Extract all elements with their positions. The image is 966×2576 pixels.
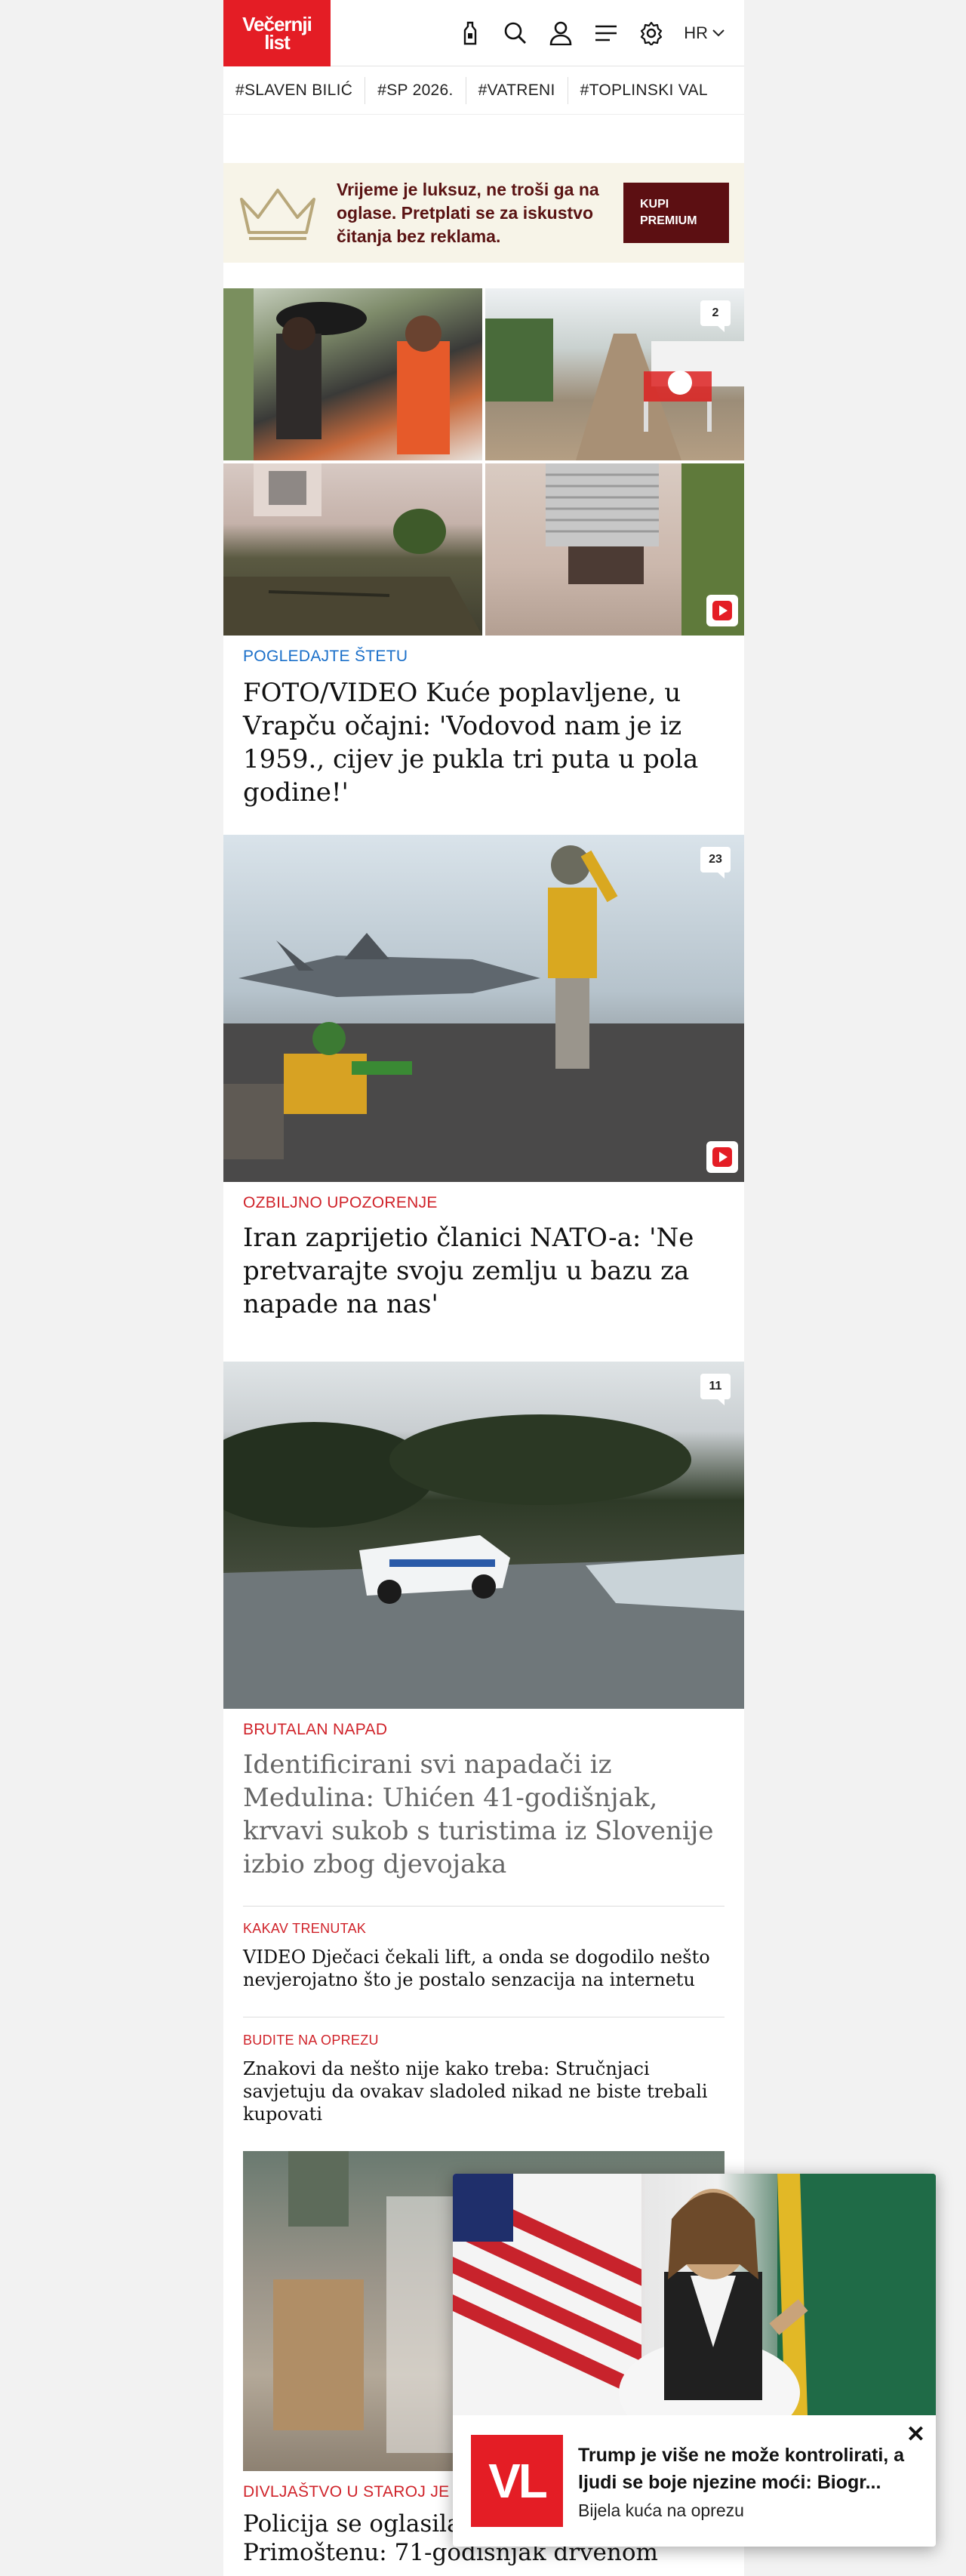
premium-promo: Vrijeme je luksuz, ne troši ga na oglase… <box>223 163 744 263</box>
play-icon <box>712 1147 732 1167</box>
buy-premium-label-1: KUPI <box>640 198 669 211</box>
article-headline[interactable]: Identificirani svi napadači iz Medulina:… <box>243 1748 726 1881</box>
logo-line2: list <box>264 30 291 54</box>
site-header: Večernji list HR <box>223 0 744 66</box>
divider <box>243 1906 724 1907</box>
video-info-bar: VL Trump je više ne može kontrolirati, a… <box>453 2415 936 2547</box>
photo-collage: 2 <box>223 288 744 636</box>
collage-photo <box>223 288 482 460</box>
trending-tags: #SLAVEN BILIĆ #SP 2026. #VATRENI #TOPLIN… <box>223 66 744 115</box>
bottle-icon[interactable] <box>457 20 483 46</box>
language-label: HR <box>684 23 708 42</box>
tag-item[interactable]: #SP 2026. <box>365 76 466 104</box>
comment-count: 23 <box>709 853 722 866</box>
buy-premium-button[interactable]: KUPI PREMIUM <box>623 183 729 243</box>
article-headline[interactable]: FOTO/VIDEO Kuće poplavljene, u Vrapču oč… <box>243 676 726 809</box>
buy-premium-label-2: PREMIUM <box>640 214 697 227</box>
article-kicker[interactable]: POGLEDAJTE ŠTETU <box>243 648 408 666</box>
article-headline[interactable]: Iran zaprijetio članici NATO-a: 'Ne pret… <box>243 1221 726 1321</box>
collage-photo: 2 <box>485 288 744 460</box>
comment-count-badge[interactable]: 2 <box>700 300 731 332</box>
header-actions: HR <box>457 0 724 66</box>
floating-video-player[interactable]: VL Trump je više ne može kontrolirati, a… <box>453 2174 936 2547</box>
chevron-down-icon <box>712 29 724 37</box>
site-logo[interactable]: Večernji list <box>223 0 331 66</box>
menu-icon[interactable] <box>593 20 619 46</box>
article-kicker[interactable]: OZBILJNO UPOZORENJE <box>243 1194 438 1212</box>
gear-icon[interactable] <box>638 20 664 46</box>
tag-item[interactable]: #SLAVEN BILIĆ <box>223 76 366 104</box>
article-headline[interactable]: Znakovi da nešto nije kako treba: Stručn… <box>243 2057 711 2125</box>
video-info[interactable]: Trump je više ne može kontrolirati, a lj… <box>578 2442 910 2521</box>
play-button[interactable] <box>706 1141 738 1173</box>
user-icon[interactable] <box>548 20 574 46</box>
comment-count: 2 <box>712 306 719 319</box>
language-selector[interactable]: HR <box>684 23 724 43</box>
article-image[interactable]: 2 <box>223 288 744 636</box>
article-kicker[interactable]: BUDITE NA OPREZU <box>243 2033 379 2048</box>
article-kicker[interactable]: DIVLJAŠTVO U STAROJ JE <box>243 2483 449 2501</box>
tag-item[interactable]: #VATRENI <box>466 76 568 104</box>
play-button[interactable] <box>706 595 738 626</box>
logo-line1: Večernji <box>242 12 312 35</box>
collage-photo <box>223 463 482 636</box>
search-icon[interactable] <box>503 20 528 46</box>
vl-logo: VL <box>471 2435 563 2527</box>
comment-count-badge[interactable]: 11 <box>700 1374 731 1405</box>
comment-count: 11 <box>709 1380 722 1393</box>
collage-photo <box>485 463 744 636</box>
article-image[interactable]: 23 <box>223 835 744 1182</box>
video-title[interactable]: Trump je više ne može kontrolirati, a lj… <box>578 2442 910 2496</box>
article-image[interactable]: 11 <box>223 1362 744 1709</box>
promo-text: Vrijeme je luksuz, ne troši ga na oglase… <box>337 179 599 246</box>
article-headline[interactable]: VIDEO Dječaci čekali lift, a onda se dog… <box>243 1946 711 1991</box>
article-kicker[interactable]: BRUTALAN NAPAD <box>243 1721 387 1739</box>
play-icon <box>712 601 732 620</box>
comment-count-badge[interactable]: 23 <box>700 847 731 879</box>
crown-icon <box>240 189 315 240</box>
video-subtitle: Bijela kuća na oprezu <box>578 2500 744 2520</box>
video-thumbnail[interactable] <box>453 2174 936 2415</box>
close-icon[interactable]: ✕ <box>906 2421 925 2448</box>
tag-item[interactable]: #TOPLINSKI VAL <box>568 77 720 104</box>
article-kicker[interactable]: KAKAV TRENUTAK <box>243 1921 366 1937</box>
